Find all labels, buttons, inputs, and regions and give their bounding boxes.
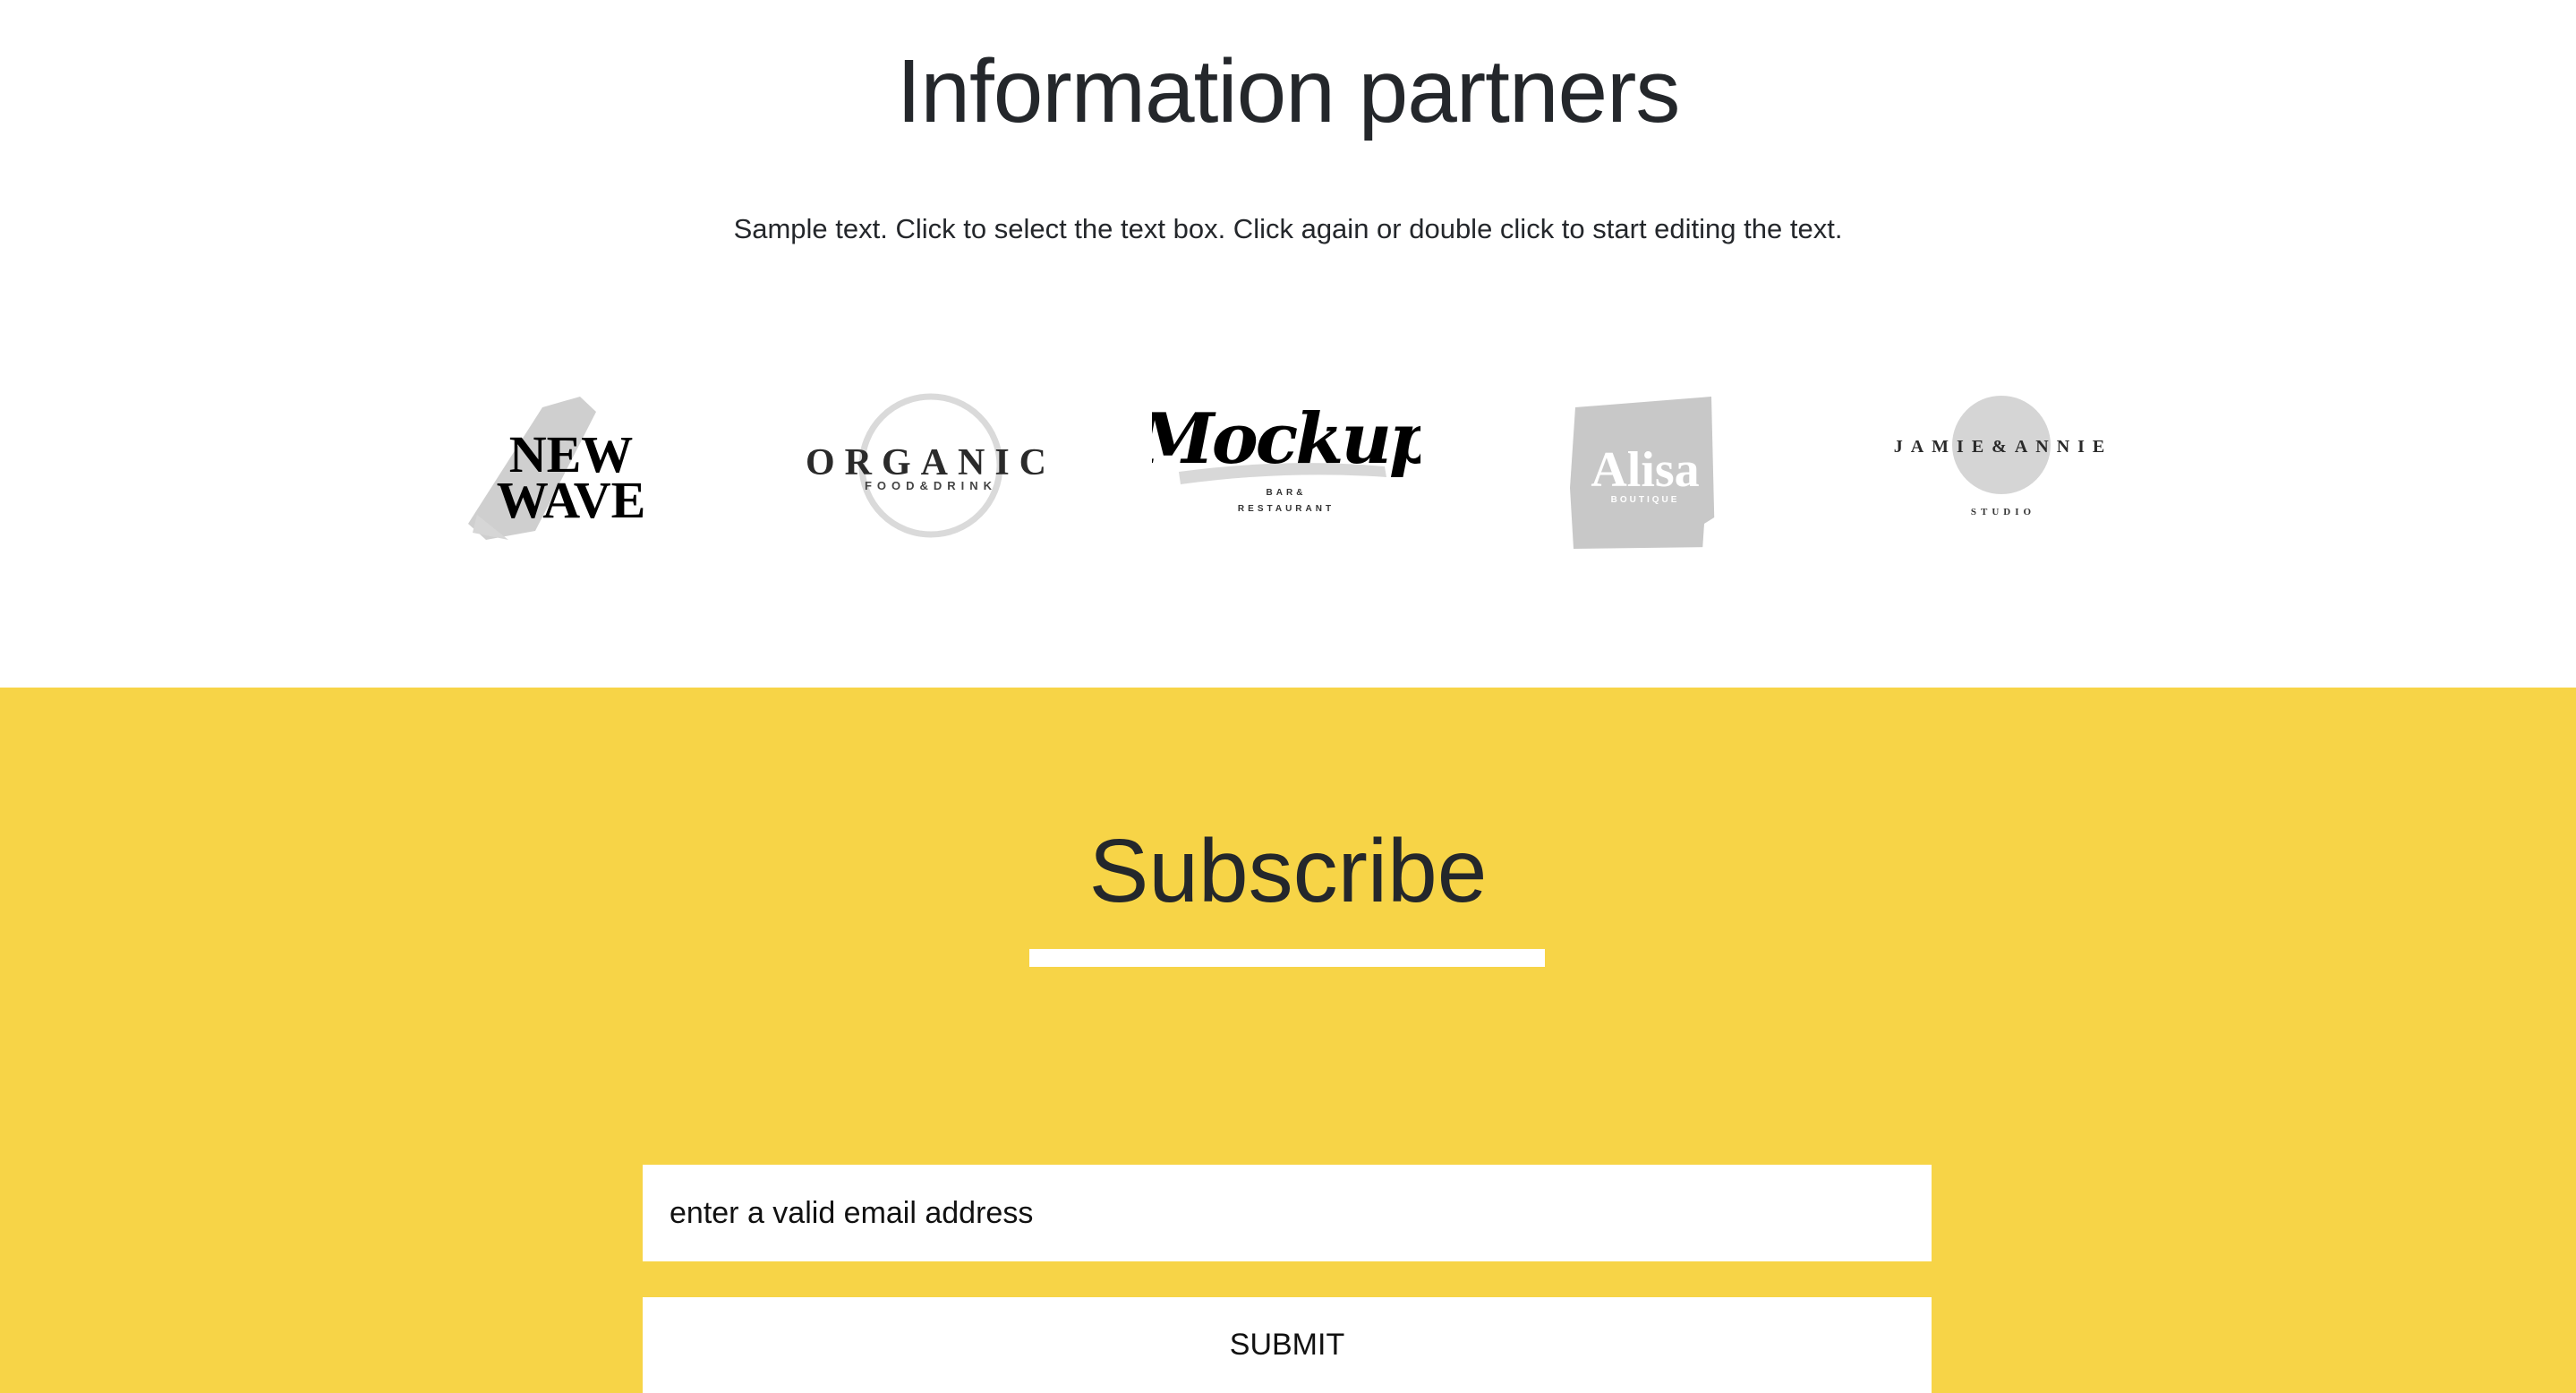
mockup-wordmark: Mockup xyxy=(1152,398,1420,480)
new-wave-logo-image: NEW WAVE xyxy=(468,397,646,540)
jamie-annie-subtext: STUDIO xyxy=(1971,507,2035,517)
alisa-subtext: BOUTIQUE xyxy=(1611,495,1680,505)
mockup-subtext-line-1: BAR& xyxy=(1267,488,1307,498)
subscribe-section: Subscribe SUBMIT xyxy=(0,688,2576,1393)
subscribe-title: Subscribe xyxy=(1088,821,1488,921)
organic-logo: ORGANIC FOOD&DRINK xyxy=(797,380,1065,560)
alisa-wordmark: Alisa xyxy=(1591,442,1699,498)
partners-description: Sample text. Click to select the text bo… xyxy=(733,213,1843,244)
organic-subtext: FOOD&DRINK xyxy=(865,479,997,492)
new-wave-logo: NEW WAVE xyxy=(437,380,705,560)
mockup-logo: Mockup BAR& RESTAURANT xyxy=(1152,380,1420,560)
jamie-annie-logo-image: JAMIE&ANNIE STUDIO xyxy=(1894,396,2113,517)
jamie-annie-wordmark: JAMIE&ANNIE xyxy=(1894,437,2113,457)
alisa-logo: Alisa BOUTIQUE xyxy=(1511,380,1779,560)
new-wave-line-2: WAVE xyxy=(497,471,646,529)
organic-wordmark: ORGANIC xyxy=(806,442,1056,483)
email-input[interactable] xyxy=(643,1165,1932,1261)
partners-title: Information partners xyxy=(896,41,1681,141)
subscribe-title-underline xyxy=(1029,949,1545,967)
submit-button[interactable]: SUBMIT xyxy=(643,1297,1932,1393)
jamie-annie-logo: JAMIE&ANNIE STUDIO xyxy=(1869,380,2137,560)
alisa-logo-image: Alisa BOUTIQUE xyxy=(1570,397,1719,552)
mockup-subtext-line-2: RESTAURANT xyxy=(1238,504,1335,514)
mockup-logo-image: Mockup BAR& RESTAURANT xyxy=(1152,398,1420,514)
partners-section: Information partners Sample text. Click … xyxy=(0,0,2576,688)
organic-logo-image: ORGANIC FOOD&DRINK xyxy=(806,393,1056,538)
